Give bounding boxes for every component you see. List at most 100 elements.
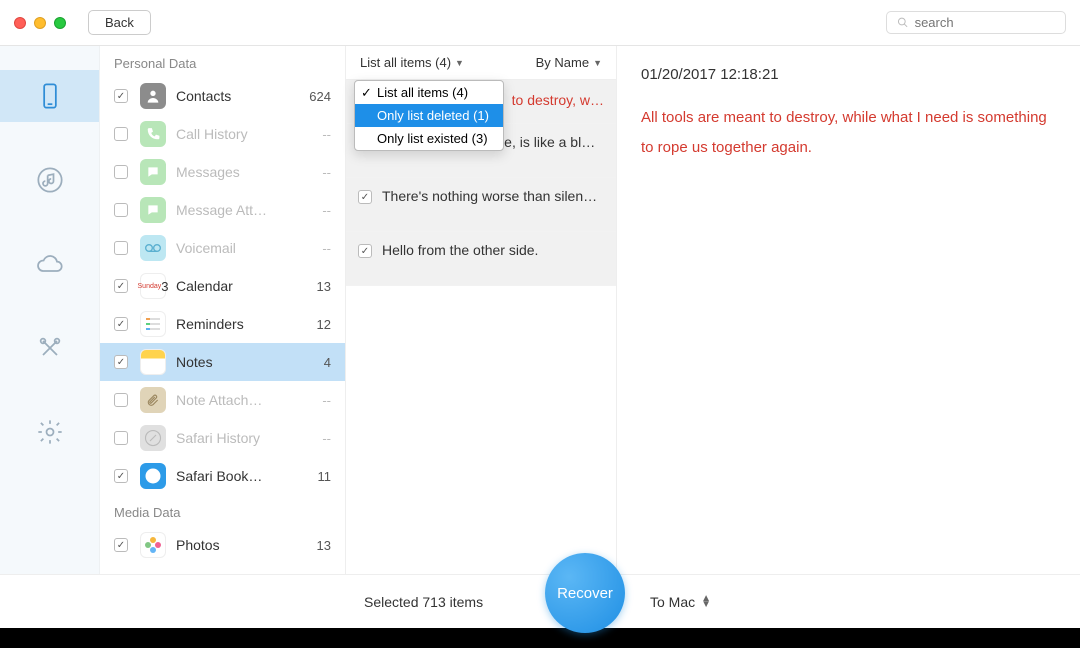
category-item[interactable]: Photos13 [100,526,345,564]
item-text: to destroy, w… [512,92,604,108]
nav-settings[interactable] [0,406,99,458]
category-item[interactable]: Safari Book…11 [100,457,345,495]
category-section-header: Personal Data [100,46,345,77]
category-count: 624 [303,89,331,104]
ic-safbk-icon [140,463,166,489]
ic-contacts-icon [140,83,166,109]
selected-count: Selected 713 items [364,594,483,610]
nav-tools[interactable] [0,322,99,374]
titlebar: Back [0,0,1080,46]
ic-cal-icon: Sunday3 [140,273,166,299]
category-list: Personal DataContacts624Call History--Me… [100,46,346,574]
filter-label: List all items (4) [360,55,451,70]
category-checkbox[interactable] [114,431,128,445]
category-section-header: Media Data [100,495,345,526]
category-count: 4 [303,355,331,370]
category-item: Message Att…-- [100,191,345,229]
category-count: -- [303,203,331,218]
filter-dropdown[interactable]: List all items (4) ▼ [360,55,464,70]
category-checkbox[interactable] [114,89,128,103]
category-item: Note Attach…-- [100,381,345,419]
ic-msg-icon [140,159,166,185]
filter-dropdown-menu: List all items (4)Only list deleted (1)O… [354,80,504,151]
category-label: Calendar [176,278,303,294]
category-label: Notes [176,354,303,370]
window-controls [14,17,66,29]
category-checkbox[interactable] [114,127,128,141]
sort-label: By Name [536,55,589,70]
ic-photos-icon [140,532,166,558]
category-checkbox[interactable] [114,241,128,255]
category-checkbox[interactable] [114,355,128,369]
letterbox [0,628,1080,648]
category-label: Reminders [176,316,303,332]
item-list-column: List all items (4) ▼ By Name ▼ List all … [346,46,617,574]
detail-body: All tools are meant to destroy, while wh… [641,103,1056,163]
filter-option[interactable]: Only list deleted (1) [355,104,503,127]
category-checkbox[interactable] [114,538,128,552]
category-checkbox[interactable] [114,279,128,293]
item-checkbox[interactable] [358,244,372,258]
ic-noteatt-icon [140,387,166,413]
category-count: -- [303,431,331,446]
ic-rem-icon [140,311,166,337]
item-text: Hello from the other side. [382,242,604,258]
category-checkbox[interactable] [114,317,128,331]
category-label: Message Att… [176,202,303,218]
recover-button[interactable]: Recover [545,553,625,633]
category-count: 11 [303,469,331,484]
category-label: Note Attach… [176,392,303,408]
category-checkbox[interactable] [114,469,128,483]
ic-call-icon [140,121,166,147]
search-input-wrap[interactable] [886,11,1066,34]
category-item: Voicemail-- [100,229,345,267]
maximize-window-icon[interactable] [54,17,66,29]
category-item[interactable]: Notes4 [100,343,345,381]
list-item[interactable]: Hello from the other side. [346,232,616,286]
category-item[interactable]: Contacts624 [100,77,345,115]
category-item: Safari History-- [100,419,345,457]
category-label: Contacts [176,88,303,104]
search-input[interactable] [915,15,1055,30]
category-checkbox[interactable] [114,203,128,217]
category-item: Call History-- [100,115,345,153]
music-icon [36,166,64,194]
destination-label: To Mac [650,594,695,610]
cloud-icon [36,250,64,278]
device-icon [36,82,64,110]
filter-option[interactable]: List all items (4) [355,81,503,104]
category-label: Photos [176,537,303,553]
category-item[interactable]: Sunday3 Calendar13 [100,267,345,305]
category-count: 13 [303,538,331,553]
nav-rail [0,46,100,574]
gear-icon [36,418,64,446]
category-count: -- [303,165,331,180]
back-button[interactable]: Back [88,10,151,35]
destination-select[interactable]: To Mac ▲▼ [650,594,711,610]
nav-device[interactable] [0,70,99,122]
ic-safari-icon [140,425,166,451]
list-item[interactable]: There's nothing worse than silen… [346,178,616,232]
category-label: Safari Book… [176,468,303,484]
minimize-window-icon[interactable] [34,17,46,29]
category-item[interactable]: Reminders12 [100,305,345,343]
sort-dropdown[interactable]: By Name ▼ [536,55,602,70]
nav-music[interactable] [0,154,99,206]
item-text: There's nothing worse than silen… [382,188,604,204]
ic-vm-icon [140,235,166,261]
category-count: 13 [303,279,331,294]
search-icon [897,16,909,29]
filter-option[interactable]: Only list existed (3) [355,127,503,150]
category-checkbox[interactable] [114,393,128,407]
close-window-icon[interactable] [14,17,26,29]
category-label: Messages [176,164,303,180]
category-checkbox[interactable] [114,165,128,179]
category-count: 12 [303,317,331,332]
chevron-down-icon: ▼ [455,58,464,68]
category-item: Messages-- [100,153,345,191]
item-list: to destroy, w…Normal, in our house, is l… [346,80,616,574]
nav-cloud[interactable] [0,238,99,290]
chevron-down-icon: ▼ [593,58,602,68]
list-header: List all items (4) ▼ By Name ▼ [346,46,616,80]
item-checkbox[interactable] [358,190,372,204]
